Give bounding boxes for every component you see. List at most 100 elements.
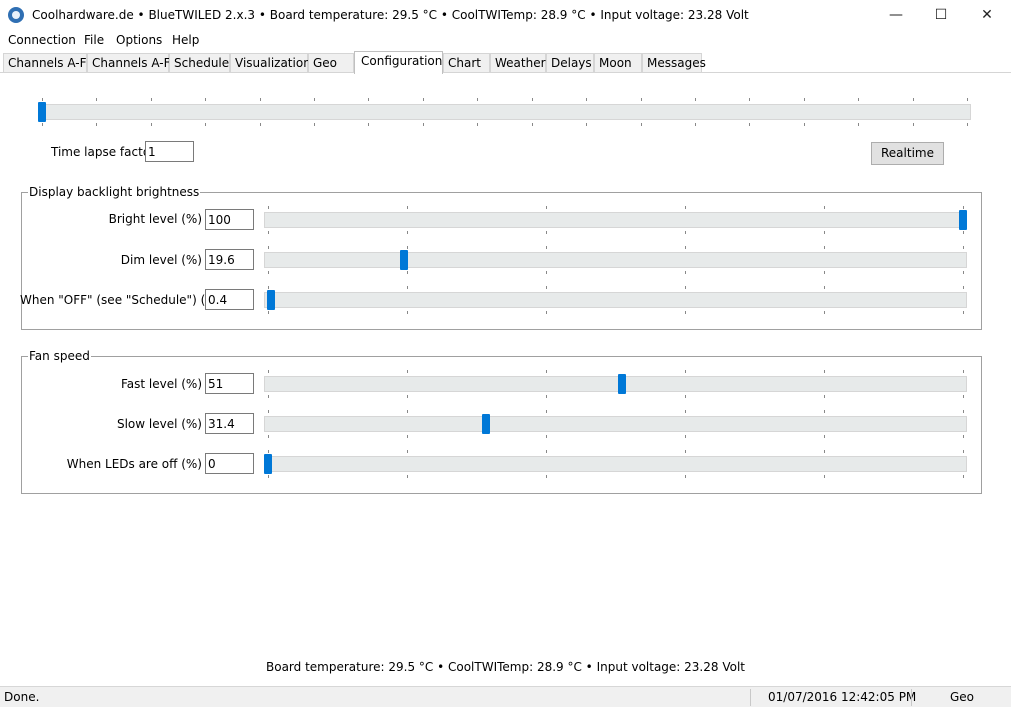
menu-connection[interactable]: Connection: [8, 33, 76, 47]
backlight-group-title: Display backlight brightness: [28, 185, 201, 199]
tab-configuration[interactable]: Configuration: [354, 51, 443, 74]
off-level-slider[interactable]: [264, 284, 967, 316]
fan-group-title: Fan speed: [28, 349, 91, 363]
leds-off-level-field[interactable]: [205, 453, 254, 474]
slider-tick: [268, 395, 269, 398]
bright-level-field[interactable]: [205, 209, 254, 230]
tab-visualization[interactable]: Visualization: [230, 53, 311, 73]
slider-track[interactable]: [264, 292, 967, 308]
tab-moon[interactable]: Moon: [594, 53, 642, 73]
slider-tick: [685, 450, 686, 453]
slider-tick: [407, 311, 408, 314]
slider-track[interactable]: [264, 416, 967, 432]
tab-schedule[interactable]: Schedule: [169, 53, 230, 73]
slider-thumb[interactable]: [264, 454, 272, 474]
slider-tick: [685, 246, 686, 249]
fast-level-field[interactable]: [205, 373, 254, 394]
slider-tick: [913, 123, 914, 126]
tab-geo[interactable]: Geo: [308, 53, 354, 73]
slider-tick: [824, 286, 825, 289]
slider-thumb[interactable]: [959, 210, 967, 230]
status-datetime: 01/07/2016 12:42:05 PM: [768, 690, 917, 704]
slider-track[interactable]: [38, 104, 971, 120]
slider-tick: [685, 435, 686, 438]
slider-tick: [546, 271, 547, 274]
slider-track[interactable]: [264, 212, 967, 228]
slider-track[interactable]: [264, 456, 967, 472]
tab-weather[interactable]: Weather: [490, 53, 546, 73]
slider-tick: [314, 123, 315, 126]
slider-tick: [423, 98, 424, 101]
slider-thumb[interactable]: [400, 250, 408, 270]
app-globe-icon[interactable]: [8, 7, 24, 23]
slider-tick: [749, 123, 750, 126]
slider-tick: [268, 370, 269, 373]
slider-tick: [407, 475, 408, 478]
menu-file[interactable]: File: [84, 33, 104, 47]
slider-thumb[interactable]: [482, 414, 490, 434]
status-separator: [750, 689, 751, 706]
title-bar: Coolhardware.de • BlueTWILED 2.x.3 • Boa…: [0, 0, 1011, 31]
close-button[interactable]: ✕: [964, 0, 1010, 31]
slider-tick: [268, 410, 269, 413]
tab-channels-2[interactable]: Channels A-F: [87, 53, 171, 73]
slider-tick: [268, 475, 269, 478]
slider-tick: [546, 370, 547, 373]
slider-tick: [96, 98, 97, 101]
slider-tick: [268, 231, 269, 234]
tab-chart[interactable]: Chart: [443, 53, 490, 73]
slider-tick: [268, 286, 269, 289]
menu-bar: Connection File Options Help: [0, 31, 1011, 51]
menu-help[interactable]: Help: [172, 33, 199, 47]
realtime-button[interactable]: Realtime: [871, 142, 944, 165]
leds-off-level-slider[interactable]: [264, 448, 967, 480]
dim-level-slider[interactable]: [264, 244, 967, 276]
bright-level-slider[interactable]: [264, 204, 967, 236]
slider-tick: [407, 231, 408, 234]
slider-thumb[interactable]: [618, 374, 626, 394]
slider-thumb[interactable]: [267, 290, 275, 310]
fast-level-slider[interactable]: [264, 368, 967, 400]
slider-tick: [963, 475, 964, 478]
slow-level-slider[interactable]: [264, 408, 967, 440]
slider-track[interactable]: [264, 376, 967, 392]
slider-tick: [804, 123, 805, 126]
minimize-button[interactable]: —: [873, 0, 919, 31]
menu-options[interactable]: Options: [116, 33, 162, 47]
slider-track[interactable]: [264, 252, 967, 268]
slider-tick: [685, 231, 686, 234]
slider-tick: [804, 98, 805, 101]
slider-thumb[interactable]: [38, 102, 46, 122]
slider-tick: [913, 98, 914, 101]
slider-tick: [963, 246, 964, 249]
slider-tick: [963, 410, 964, 413]
maximize-button[interactable]: ☐: [918, 0, 964, 31]
slow-level-field[interactable]: [205, 413, 254, 434]
tab-strip: Channels A-F Channels A-F Schedule Visua…: [0, 51, 1011, 74]
slider-tick: [824, 370, 825, 373]
slider-tick: [685, 410, 686, 413]
window-title: Coolhardware.de • BlueTWILED 2.x.3 • Boa…: [32, 8, 749, 22]
timelapse-field[interactable]: [145, 141, 194, 162]
slider-tick: [268, 206, 269, 209]
slider-tick: [824, 435, 825, 438]
slider-tick: [695, 98, 696, 101]
timelapse-slider[interactable]: [38, 96, 971, 128]
off-level-field[interactable]: [205, 289, 254, 310]
slider-tick: [532, 123, 533, 126]
tab-messages[interactable]: Messages: [642, 53, 706, 73]
dim-level-field[interactable]: [205, 249, 254, 270]
fast-level-label: Fast level (%): [120, 377, 202, 391]
slider-tick: [407, 435, 408, 438]
slider-tick: [407, 246, 408, 249]
slider-tick: [824, 410, 825, 413]
slider-tick: [963, 435, 964, 438]
slider-tick: [546, 311, 547, 314]
slider-tick: [963, 311, 964, 314]
tab-channels-1[interactable]: Channels A-F: [3, 53, 87, 73]
slider-tick: [967, 98, 968, 101]
tab-delays[interactable]: Delays: [546, 53, 594, 73]
slider-tick: [749, 98, 750, 101]
off-level-label: When "OFF" (see "Schedule") (%): [20, 293, 222, 307]
slider-tick: [260, 98, 261, 101]
